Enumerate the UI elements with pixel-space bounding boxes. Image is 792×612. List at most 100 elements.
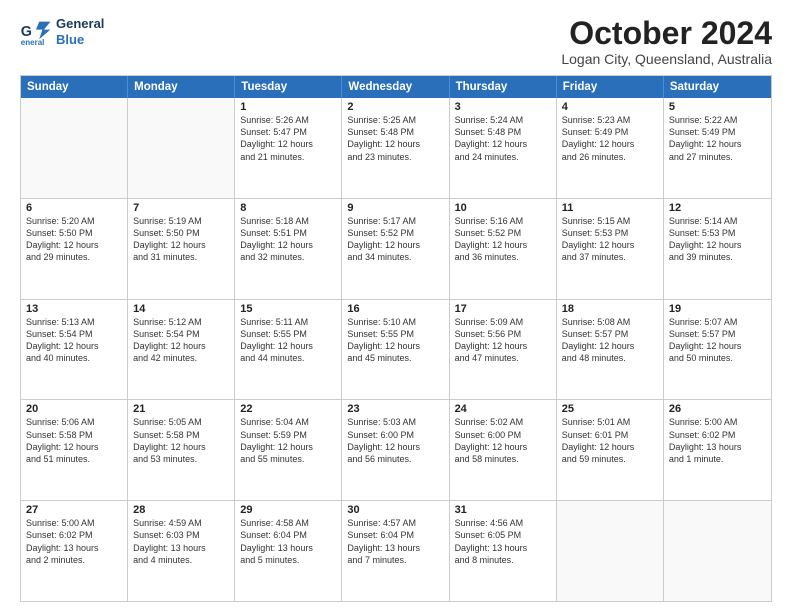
day-header-sunday: Sunday <box>21 76 128 98</box>
day-cell-12: 12Sunrise: 5:14 AM Sunset: 5:53 PM Dayli… <box>664 199 771 299</box>
day-cell-25: 25Sunrise: 5:01 AM Sunset: 6:01 PM Dayli… <box>557 400 664 500</box>
cell-date-number: 29 <box>240 504 336 516</box>
cell-date-number: 22 <box>240 403 336 415</box>
cell-info: Sunrise: 5:13 AM Sunset: 5:54 PM Dayligh… <box>26 316 122 365</box>
cell-date-number: 25 <box>562 403 658 415</box>
cell-info: Sunrise: 5:14 AM Sunset: 5:53 PM Dayligh… <box>669 215 766 264</box>
day-headers: SundayMondayTuesdayWednesdayThursdayFrid… <box>21 76 771 98</box>
day-header-thursday: Thursday <box>450 76 557 98</box>
cell-date-number: 21 <box>133 403 229 415</box>
day-cell-19: 19Sunrise: 5:07 AM Sunset: 5:57 PM Dayli… <box>664 300 771 400</box>
week-2: 6Sunrise: 5:20 AM Sunset: 5:50 PM Daylig… <box>21 198 771 299</box>
cell-info: Sunrise: 4:57 AM Sunset: 6:04 PM Dayligh… <box>347 517 443 566</box>
day-cell-17: 17Sunrise: 5:09 AM Sunset: 5:56 PM Dayli… <box>450 300 557 400</box>
cell-info: Sunrise: 5:04 AM Sunset: 5:59 PM Dayligh… <box>240 416 336 465</box>
cell-info: Sunrise: 5:15 AM Sunset: 5:53 PM Dayligh… <box>562 215 658 264</box>
cell-info: Sunrise: 5:22 AM Sunset: 5:49 PM Dayligh… <box>669 114 766 163</box>
cell-date-number: 30 <box>347 504 443 516</box>
header: G eneral General Blue October 2024 Logan… <box>20 16 772 67</box>
cell-info: Sunrise: 4:58 AM Sunset: 6:04 PM Dayligh… <box>240 517 336 566</box>
cell-info: Sunrise: 4:56 AM Sunset: 6:05 PM Dayligh… <box>455 517 551 566</box>
day-cell-6: 6Sunrise: 5:20 AM Sunset: 5:50 PM Daylig… <box>21 199 128 299</box>
cell-info: Sunrise: 5:06 AM Sunset: 5:58 PM Dayligh… <box>26 416 122 465</box>
day-cell-21: 21Sunrise: 5:05 AM Sunset: 5:58 PM Dayli… <box>128 400 235 500</box>
day-cell-20: 20Sunrise: 5:06 AM Sunset: 5:58 PM Dayli… <box>21 400 128 500</box>
cell-info: Sunrise: 5:20 AM Sunset: 5:50 PM Dayligh… <box>26 215 122 264</box>
cell-info: Sunrise: 5:05 AM Sunset: 5:58 PM Dayligh… <box>133 416 229 465</box>
day-cell-7: 7Sunrise: 5:19 AM Sunset: 5:50 PM Daylig… <box>128 199 235 299</box>
week-5: 27Sunrise: 5:00 AM Sunset: 6:02 PM Dayli… <box>21 500 771 601</box>
week-1: 1Sunrise: 5:26 AM Sunset: 5:47 PM Daylig… <box>21 98 771 198</box>
day-cell-1: 1Sunrise: 5:26 AM Sunset: 5:47 PM Daylig… <box>235 98 342 198</box>
cell-date-number: 8 <box>240 202 336 214</box>
cell-date-number: 10 <box>455 202 551 214</box>
cell-date-number: 16 <box>347 303 443 315</box>
cell-date-number: 15 <box>240 303 336 315</box>
cell-info: Sunrise: 5:02 AM Sunset: 6:00 PM Dayligh… <box>455 416 551 465</box>
page: G eneral General Blue October 2024 Logan… <box>0 0 792 612</box>
logo: G eneral General Blue <box>20 16 104 47</box>
day-cell-13: 13Sunrise: 5:13 AM Sunset: 5:54 PM Dayli… <box>21 300 128 400</box>
cell-info: Sunrise: 5:18 AM Sunset: 5:51 PM Dayligh… <box>240 215 336 264</box>
logo-icon: G eneral <box>20 18 52 46</box>
day-header-monday: Monday <box>128 76 235 98</box>
day-cell-18: 18Sunrise: 5:08 AM Sunset: 5:57 PM Dayli… <box>557 300 664 400</box>
day-header-tuesday: Tuesday <box>235 76 342 98</box>
day-cell-31: 31Sunrise: 4:56 AM Sunset: 6:05 PM Dayli… <box>450 501 557 601</box>
cell-date-number: 28 <box>133 504 229 516</box>
day-cell-9: 9Sunrise: 5:17 AM Sunset: 5:52 PM Daylig… <box>342 199 449 299</box>
cell-date-number: 12 <box>669 202 766 214</box>
day-cell-11: 11Sunrise: 5:15 AM Sunset: 5:53 PM Dayli… <box>557 199 664 299</box>
cell-date-number: 6 <box>26 202 122 214</box>
cell-date-number: 17 <box>455 303 551 315</box>
day-cell-4: 4Sunrise: 5:23 AM Sunset: 5:49 PM Daylig… <box>557 98 664 198</box>
svg-text:eneral: eneral <box>21 37 45 45</box>
week-3: 13Sunrise: 5:13 AM Sunset: 5:54 PM Dayli… <box>21 299 771 400</box>
month-title: October 2024 <box>561 16 772 51</box>
day-cell-3: 3Sunrise: 5:24 AM Sunset: 5:48 PM Daylig… <box>450 98 557 198</box>
cell-info: Sunrise: 5:09 AM Sunset: 5:56 PM Dayligh… <box>455 316 551 365</box>
week-4: 20Sunrise: 5:06 AM Sunset: 5:58 PM Dayli… <box>21 399 771 500</box>
day-cell-23: 23Sunrise: 5:03 AM Sunset: 6:00 PM Dayli… <box>342 400 449 500</box>
empty-cell <box>21 98 128 198</box>
cell-info: Sunrise: 5:23 AM Sunset: 5:49 PM Dayligh… <box>562 114 658 163</box>
cell-info: Sunrise: 5:25 AM Sunset: 5:48 PM Dayligh… <box>347 114 443 163</box>
cell-date-number: 19 <box>669 303 766 315</box>
day-cell-26: 26Sunrise: 5:00 AM Sunset: 6:02 PM Dayli… <box>664 400 771 500</box>
cell-date-number: 20 <box>26 403 122 415</box>
day-cell-16: 16Sunrise: 5:10 AM Sunset: 5:55 PM Dayli… <box>342 300 449 400</box>
empty-cell <box>128 98 235 198</box>
cell-info: Sunrise: 4:59 AM Sunset: 6:03 PM Dayligh… <box>133 517 229 566</box>
empty-cell <box>664 501 771 601</box>
cell-date-number: 4 <box>562 101 658 113</box>
cell-info: Sunrise: 5:01 AM Sunset: 6:01 PM Dayligh… <box>562 416 658 465</box>
cell-date-number: 9 <box>347 202 443 214</box>
cell-info: Sunrise: 5:24 AM Sunset: 5:48 PM Dayligh… <box>455 114 551 163</box>
day-header-saturday: Saturday <box>664 76 771 98</box>
logo-text: General Blue <box>56 16 104 47</box>
day-cell-24: 24Sunrise: 5:02 AM Sunset: 6:00 PM Dayli… <box>450 400 557 500</box>
day-cell-8: 8Sunrise: 5:18 AM Sunset: 5:51 PM Daylig… <box>235 199 342 299</box>
cell-date-number: 1 <box>240 101 336 113</box>
cell-date-number: 7 <box>133 202 229 214</box>
day-cell-5: 5Sunrise: 5:22 AM Sunset: 5:49 PM Daylig… <box>664 98 771 198</box>
day-cell-22: 22Sunrise: 5:04 AM Sunset: 5:59 PM Dayli… <box>235 400 342 500</box>
day-cell-30: 30Sunrise: 4:57 AM Sunset: 6:04 PM Dayli… <box>342 501 449 601</box>
cell-info: Sunrise: 5:11 AM Sunset: 5:55 PM Dayligh… <box>240 316 336 365</box>
day-cell-10: 10Sunrise: 5:16 AM Sunset: 5:52 PM Dayli… <box>450 199 557 299</box>
day-cell-2: 2Sunrise: 5:25 AM Sunset: 5:48 PM Daylig… <box>342 98 449 198</box>
cell-date-number: 18 <box>562 303 658 315</box>
cell-date-number: 5 <box>669 101 766 113</box>
cell-date-number: 31 <box>455 504 551 516</box>
cell-date-number: 11 <box>562 202 658 214</box>
cell-date-number: 26 <box>669 403 766 415</box>
day-header-wednesday: Wednesday <box>342 76 449 98</box>
day-header-friday: Friday <box>557 76 664 98</box>
cell-info: Sunrise: 5:19 AM Sunset: 5:50 PM Dayligh… <box>133 215 229 264</box>
cell-info: Sunrise: 5:00 AM Sunset: 6:02 PM Dayligh… <box>26 517 122 566</box>
cell-info: Sunrise: 5:07 AM Sunset: 5:57 PM Dayligh… <box>669 316 766 365</box>
cell-info: Sunrise: 5:12 AM Sunset: 5:54 PM Dayligh… <box>133 316 229 365</box>
cell-date-number: 3 <box>455 101 551 113</box>
cell-date-number: 2 <box>347 101 443 113</box>
cell-date-number: 14 <box>133 303 229 315</box>
